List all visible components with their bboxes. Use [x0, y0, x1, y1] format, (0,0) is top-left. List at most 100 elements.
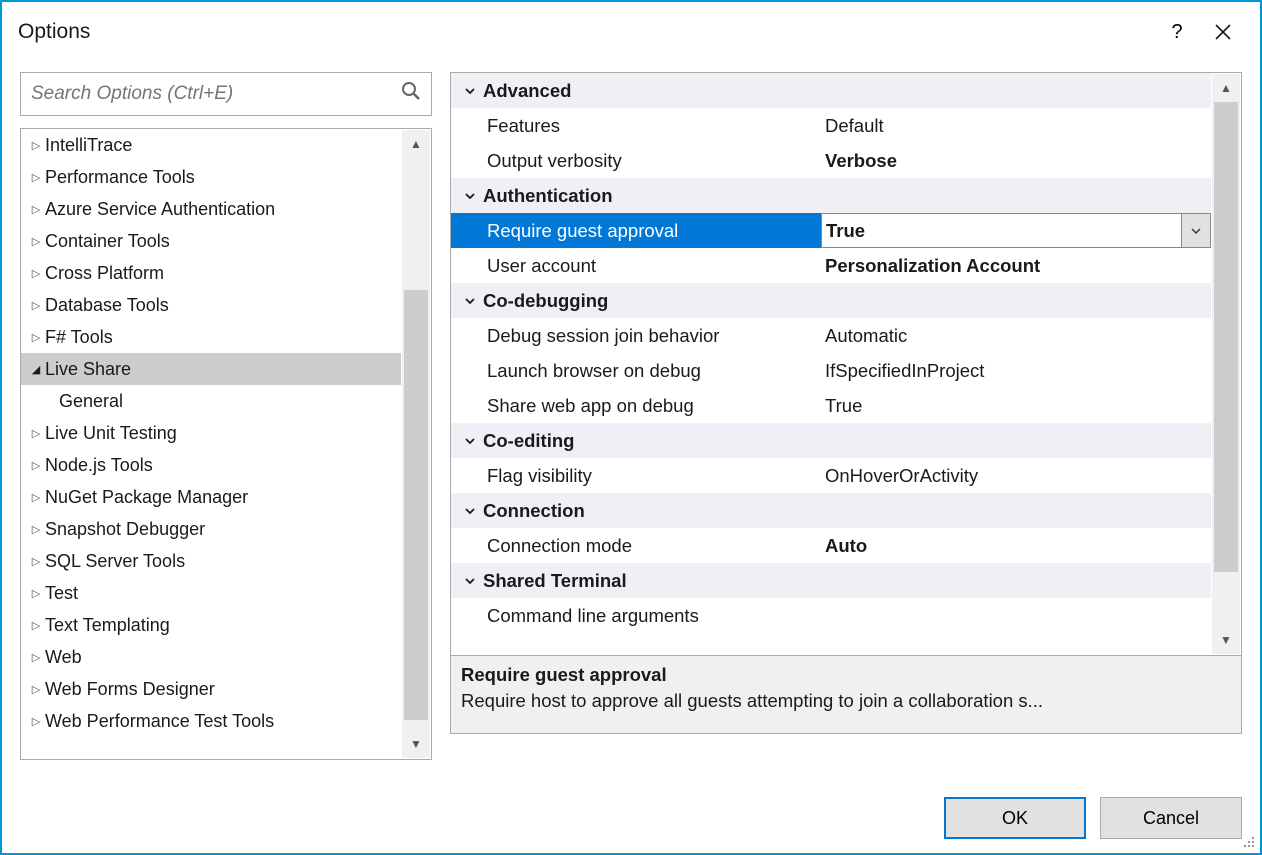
tree-item[interactable]: ▷Web Performance Test Tools — [21, 705, 401, 737]
scroll-down-icon[interactable]: ▼ — [1212, 626, 1240, 654]
tree-item[interactable]: ▷Database Tools — [21, 289, 401, 321]
tree-item-label: General — [59, 391, 123, 412]
tree-item[interactable]: ▷Node.js Tools — [21, 449, 401, 481]
caret-right-icon: ▷ — [27, 139, 45, 152]
property-name: Debug session join behavior — [451, 318, 821, 353]
tree-item-label: F# Tools — [45, 327, 113, 348]
tree-item-label: IntelliTrace — [45, 135, 132, 156]
tree-item[interactable]: ▷Test — [21, 577, 401, 609]
scroll-up-icon[interactable]: ▲ — [1212, 74, 1240, 102]
category-name: Connection — [483, 500, 585, 522]
description-title: Require guest approval — [461, 664, 1231, 686]
scroll-down-icon[interactable]: ▼ — [402, 730, 430, 758]
tree-item[interactable]: ▷F# Tools — [21, 321, 401, 353]
property-value[interactable]: Personalization Account — [821, 248, 1211, 283]
category-name: Authentication — [483, 185, 613, 207]
resize-grip[interactable] — [1243, 836, 1257, 850]
property-category[interactable]: Connection — [451, 493, 1211, 528]
tree-item-label: Node.js Tools — [45, 455, 153, 476]
caret-right-icon: ▷ — [27, 331, 45, 344]
search-input[interactable] — [31, 83, 401, 105]
search-icon[interactable] — [401, 81, 421, 107]
property-value[interactable]: True — [821, 213, 1181, 248]
property-category[interactable]: Shared Terminal — [451, 563, 1211, 598]
property-value[interactable]: OnHoverOrActivity — [821, 458, 1211, 493]
chevron-down-icon — [457, 295, 483, 307]
property-category[interactable]: Authentication — [451, 178, 1211, 213]
tree-item[interactable]: ▷Web Forms Designer — [21, 673, 401, 705]
property-row[interactable]: Flag visibilityOnHoverOrActivity — [451, 458, 1211, 493]
property-row[interactable]: FeaturesDefault — [451, 108, 1211, 143]
tree-item[interactable]: ▷Azure Service Authentication — [21, 193, 401, 225]
tree-item-label: Snapshot Debugger — [45, 519, 205, 540]
property-value[interactable]: Automatic — [821, 318, 1211, 353]
tree-item[interactable]: ◢Live Share — [21, 353, 401, 385]
property-row[interactable]: Command line arguments — [451, 598, 1211, 633]
tree-item-label: Database Tools — [45, 295, 169, 316]
tree-item[interactable]: ▷Live Unit Testing — [21, 417, 401, 449]
category-name: Co-debugging — [483, 290, 608, 312]
property-value[interactable]: Auto — [821, 528, 1211, 563]
property-value[interactable]: IfSpecifiedInProject — [821, 353, 1211, 388]
search-input-wrap[interactable] — [20, 72, 432, 116]
chevron-down-icon — [1191, 226, 1201, 236]
property-value[interactable]: Default — [821, 108, 1211, 143]
tree-item[interactable]: ▷Snapshot Debugger — [21, 513, 401, 545]
property-row[interactable]: Output verbosityVerbose — [451, 143, 1211, 178]
dropdown-button[interactable] — [1181, 213, 1211, 248]
close-button[interactable] — [1200, 12, 1246, 52]
property-grid: Advanced FeaturesDefaultOutput verbosityV… — [450, 72, 1242, 656]
property-row[interactable]: Require guest approvalTrue — [451, 213, 1211, 248]
property-row[interactable]: Launch browser on debugIfSpecifiedInProj… — [451, 353, 1211, 388]
description-text: Require host to approve all guests attem… — [461, 690, 1231, 712]
caret-right-icon: ▷ — [27, 299, 45, 312]
tree-item-label: Cross Platform — [45, 263, 164, 284]
tree-item[interactable]: ▷Performance Tools — [21, 161, 401, 193]
property-row[interactable]: User accountPersonalization Account — [451, 248, 1211, 283]
propgrid-scrollbar[interactable]: ▲ ▼ — [1212, 74, 1240, 654]
chevron-down-icon — [457, 575, 483, 587]
category-tree: ▷IntelliTrace▷Performance Tools▷Azure Se… — [20, 128, 432, 760]
cancel-button[interactable]: Cancel — [1100, 797, 1242, 839]
tree-item[interactable]: ▷Cross Platform — [21, 257, 401, 289]
chevron-down-icon — [457, 505, 483, 517]
caret-right-icon: ▷ — [27, 523, 45, 536]
property-value[interactable]: Verbose — [821, 143, 1211, 178]
chevron-down-icon — [457, 435, 483, 447]
property-name: Share web app on debug — [451, 388, 821, 423]
tree-item-label: Performance Tools — [45, 167, 195, 188]
category-name: Advanced — [483, 80, 571, 102]
caret-right-icon: ▷ — [27, 267, 45, 280]
tree-item[interactable]: ▷IntelliTrace — [21, 129, 401, 161]
tree-item-label: SQL Server Tools — [45, 551, 185, 572]
scroll-thumb[interactable] — [404, 290, 428, 720]
tree-item[interactable]: ▷Web — [21, 641, 401, 673]
property-row[interactable]: Debug session join behaviorAutomatic — [451, 318, 1211, 353]
tree-item-label: Test — [45, 583, 78, 604]
tree-item-label: Container Tools — [45, 231, 170, 252]
property-row[interactable]: Share web app on debugTrue — [451, 388, 1211, 423]
property-value[interactable]: True — [821, 388, 1211, 423]
tree-scrollbar[interactable]: ▲ ▼ — [402, 130, 430, 758]
scroll-up-icon[interactable]: ▲ — [402, 130, 430, 158]
scroll-thumb[interactable] — [1214, 102, 1238, 572]
caret-right-icon: ▷ — [27, 651, 45, 664]
ok-button[interactable]: OK — [944, 797, 1086, 839]
chevron-down-icon — [457, 85, 483, 97]
tree-item[interactable]: ▷SQL Server Tools — [21, 545, 401, 577]
tree-item-label: Web Forms Designer — [45, 679, 215, 700]
tree-item-label: Live Share — [45, 359, 131, 380]
help-button[interactable]: ? — [1154, 12, 1200, 52]
caret-right-icon: ▷ — [27, 683, 45, 696]
property-category[interactable]: Co-debugging — [451, 283, 1211, 318]
property-value[interactable] — [821, 598, 1211, 633]
chevron-down-icon — [457, 190, 483, 202]
property-row[interactable]: Connection modeAuto — [451, 528, 1211, 563]
property-name: Launch browser on debug — [451, 353, 821, 388]
property-category[interactable]: Advanced — [451, 73, 1211, 108]
tree-item[interactable]: ▷NuGet Package Manager — [21, 481, 401, 513]
property-category[interactable]: Co-editing — [451, 423, 1211, 458]
tree-item[interactable]: ▷Text Templating — [21, 609, 401, 641]
tree-item[interactable]: ▷Container Tools — [21, 225, 401, 257]
tree-child-item[interactable]: General — [21, 385, 401, 417]
